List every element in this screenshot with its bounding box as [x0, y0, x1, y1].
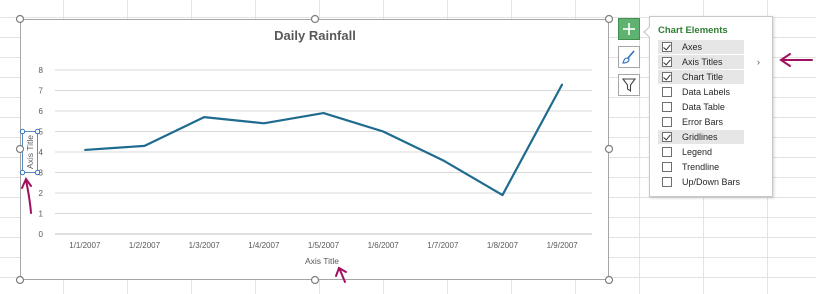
- option-label: Error Bars: [682, 117, 724, 127]
- option-label: Axes: [682, 42, 703, 52]
- checkbox[interactable]: [662, 72, 672, 82]
- plus-icon: [623, 23, 635, 35]
- chart-element-option[interactable]: Gridlines: [658, 130, 744, 144]
- option-label: Data Table: [682, 102, 725, 112]
- panel-title: Chart Elements: [658, 25, 728, 36]
- checkbox[interactable]: [662, 42, 672, 52]
- option-label: Legend: [682, 147, 713, 157]
- checkbox[interactable]: [662, 57, 672, 67]
- chart-element-option[interactable]: Data Table: [658, 100, 744, 114]
- chart-element-option[interactable]: Legend: [658, 145, 744, 159]
- chart-elements-button[interactable]: [618, 18, 640, 40]
- chart-styles-button[interactable]: [618, 46, 640, 68]
- chart-elements-panel: Chart Elements Axes Axis Titles Chart Titl…: [649, 16, 773, 197]
- checkbox[interactable]: [662, 102, 672, 112]
- chart-filters-button[interactable]: [618, 74, 640, 96]
- option-label: Gridlines: [682, 132, 718, 142]
- chart-element-option[interactable]: Axes: [658, 40, 744, 54]
- option-label: Axis Titles: [682, 57, 723, 67]
- chart-element-option[interactable]: Trendline: [658, 160, 744, 174]
- chart-element-option[interactable]: Chart Title: [658, 70, 744, 84]
- brush-icon: [622, 50, 635, 64]
- checkbox[interactable]: [662, 162, 672, 172]
- option-label: Chart Title: [682, 72, 724, 82]
- checkbox[interactable]: [662, 147, 672, 157]
- checkbox[interactable]: [662, 87, 672, 97]
- panel-notch-inner: [645, 27, 650, 37]
- chart-element-option[interactable]: Up/Down Bars: [658, 175, 744, 189]
- chart-area[interactable]: [20, 19, 609, 280]
- chevron-right-icon[interactable]: ›: [757, 57, 760, 67]
- checkbox[interactable]: [662, 132, 672, 142]
- chart-element-option[interactable]: Data Labels: [658, 85, 744, 99]
- chart-element-option[interactable]: Error Bars: [658, 115, 744, 129]
- checkbox[interactable]: [662, 177, 672, 187]
- option-label: Up/Down Bars: [682, 177, 741, 187]
- option-label: Trendline: [682, 162, 720, 172]
- filter-icon: [621, 78, 637, 93]
- option-label: Data Labels: [682, 87, 731, 97]
- chart-element-option[interactable]: Axis Titles: [658, 55, 744, 69]
- checkbox[interactable]: [662, 117, 672, 127]
